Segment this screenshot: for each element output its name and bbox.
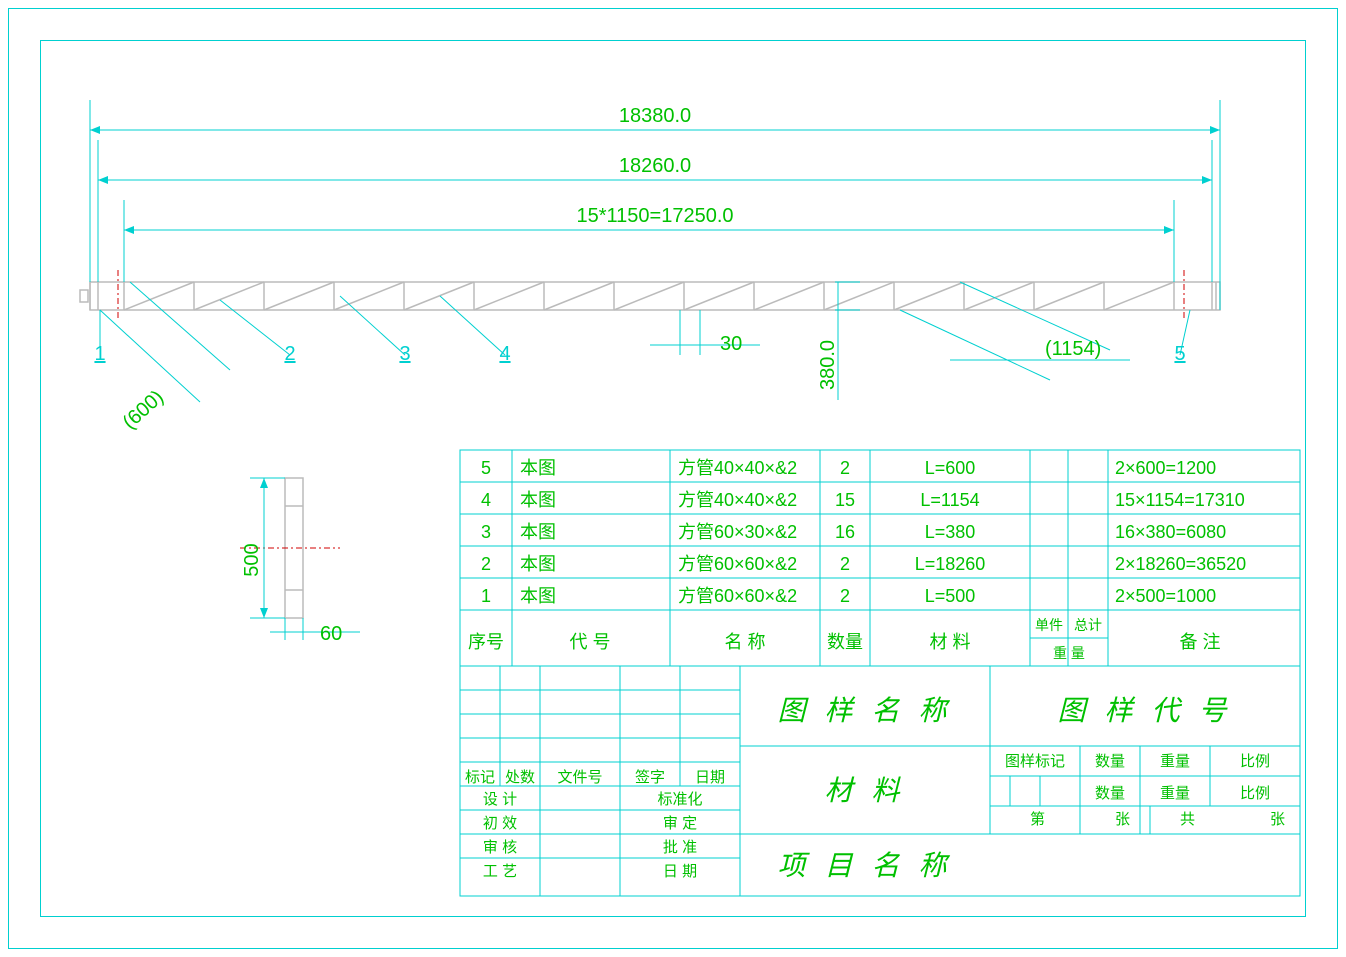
svg-text:L=18260: L=18260 [915,554,986,574]
svg-text:处数: 处数 [505,769,535,786]
svg-text:材 料: 材 料 [929,632,970,652]
svg-text:16: 16 [835,522,855,542]
svg-text:日 期: 日 期 [663,863,697,880]
svg-text:数量: 数量 [1095,753,1125,770]
dim-inner: 18260.0 [619,155,691,177]
svg-text:方管40×40×&2: 方管40×40×&2 [678,490,797,510]
svg-text:2: 2 [481,554,491,574]
svg-text:方管60×60×&2: 方管60×60×&2 [678,554,797,574]
svg-text:4: 4 [499,343,510,365]
svg-text:方管60×30×&2: 方管60×30×&2 [678,522,797,542]
drawing-canvas: 18380.0 18260.0 15*1150=17250.0 30 380.0… [0,0,1346,957]
svg-text:本图: 本图 [520,586,556,606]
truss [80,270,1220,320]
svg-text:初 效: 初 效 [483,815,517,832]
svg-text:重 量: 重 量 [1053,645,1085,661]
svg-text:2×600=1200: 2×600=1200 [1115,458,1216,478]
svg-text:2: 2 [840,554,850,574]
svg-text:方管60×60×&2: 方管60×60×&2 [678,586,797,606]
svg-text:比例: 比例 [1240,753,1270,770]
svg-text:15×1154=17310: 15×1154=17310 [1115,490,1245,510]
dim-overall: 18380.0 [619,105,691,127]
svg-text:标记: 标记 [465,769,495,786]
svg-text:批 准: 批 准 [663,839,697,856]
svg-text:单件: 单件 [1035,617,1063,633]
svg-text:数量: 数量 [827,632,863,652]
dim-detail-h: 500 [241,543,263,576]
svg-text:2: 2 [840,586,850,606]
svg-text:工 艺: 工 艺 [483,863,517,880]
svg-text:重量: 重量 [1160,785,1190,802]
svg-text:4: 4 [481,490,491,510]
svg-text:共: 共 [1180,811,1195,828]
dim-span: 15*1150=17250.0 [576,205,733,227]
title-block: 标记处数 文件号 签字 日期 设 计初 效审 核工 艺 标准化审 定批 准日 期 图样… [460,666,1300,896]
callouts: 1 2 3 4 5 [94,296,1190,365]
svg-text:本图: 本图 [520,490,556,510]
svg-text:比例: 比例 [1240,785,1270,802]
drawing-sheet: 18380.0 18260.0 15*1150=17250.0 30 380.0… [0,0,1346,957]
svg-text:2×18260=36520: 2×18260=36520 [1115,554,1246,574]
svg-text:15: 15 [835,490,855,510]
svg-text:L=500: L=500 [925,586,976,606]
svg-text:L=600: L=600 [925,458,976,478]
svg-text:名 称: 名 称 [724,632,765,652]
svg-text:图样标记: 图样标记 [1005,753,1065,770]
svg-text:张: 张 [1270,811,1285,828]
dim-detail-w: 60 [320,623,342,645]
bom-table: 5本图方管40×40×&22L=6002×600=1200 4本图方管40×40… [460,450,1300,666]
svg-text:代 号: 代 号 [569,632,610,652]
svg-text:备 注: 备 注 [1179,632,1220,652]
svg-text:文件号: 文件号 [557,769,602,786]
svg-text:总计: 总计 [1074,617,1102,633]
dim-vert: 380.0 [817,340,839,390]
dimensions: 18380.0 18260.0 15*1150=17250.0 30 380.0… [90,100,1220,434]
svg-text:第: 第 [1030,810,1045,828]
svg-text:方管40×40×&2: 方管40×40×&2 [678,458,797,478]
dim-diag1: (1154) [1045,338,1101,360]
svg-text:日期: 日期 [695,769,725,786]
svg-text:审 核: 审 核 [483,839,517,856]
svg-text:3: 3 [399,343,410,365]
svg-text:2: 2 [284,343,295,365]
svg-text:1: 1 [481,586,491,606]
title-drawing-name: 图 样 名 称 [777,696,952,727]
svg-text:L=380: L=380 [925,522,976,542]
title-material: 材 料 [824,776,905,807]
svg-text:审 定: 审 定 [663,815,697,832]
svg-text:张: 张 [1115,811,1130,828]
svg-text:数量: 数量 [1095,785,1125,802]
svg-text:本图: 本图 [520,522,556,542]
svg-text:设 计: 设 计 [483,791,517,808]
svg-text:本图: 本图 [520,458,556,478]
svg-text:2×500=1000: 2×500=1000 [1115,586,1216,606]
detail-section: 500 60 [240,478,360,645]
title-project: 项 目 名 称 [777,851,952,882]
svg-text:签字: 签字 [635,769,665,786]
svg-text:5: 5 [481,458,491,478]
svg-text:3: 3 [481,522,491,542]
svg-text:1: 1 [94,343,105,365]
dim-diag2: (600) [119,386,168,434]
dim-gap: 30 [720,333,742,355]
svg-text:重量: 重量 [1160,753,1190,770]
svg-text:5: 5 [1174,343,1185,365]
svg-text:标准化: 标准化 [657,791,702,808]
svg-text:16×380=6080: 16×380=6080 [1115,522,1226,542]
svg-text:序号: 序号 [468,632,504,652]
svg-text:L=1154: L=1154 [920,490,979,510]
title-drawing-code: 图 样 代 号 [1057,696,1232,727]
svg-text:本图: 本图 [520,554,556,574]
svg-text:2: 2 [840,458,850,478]
